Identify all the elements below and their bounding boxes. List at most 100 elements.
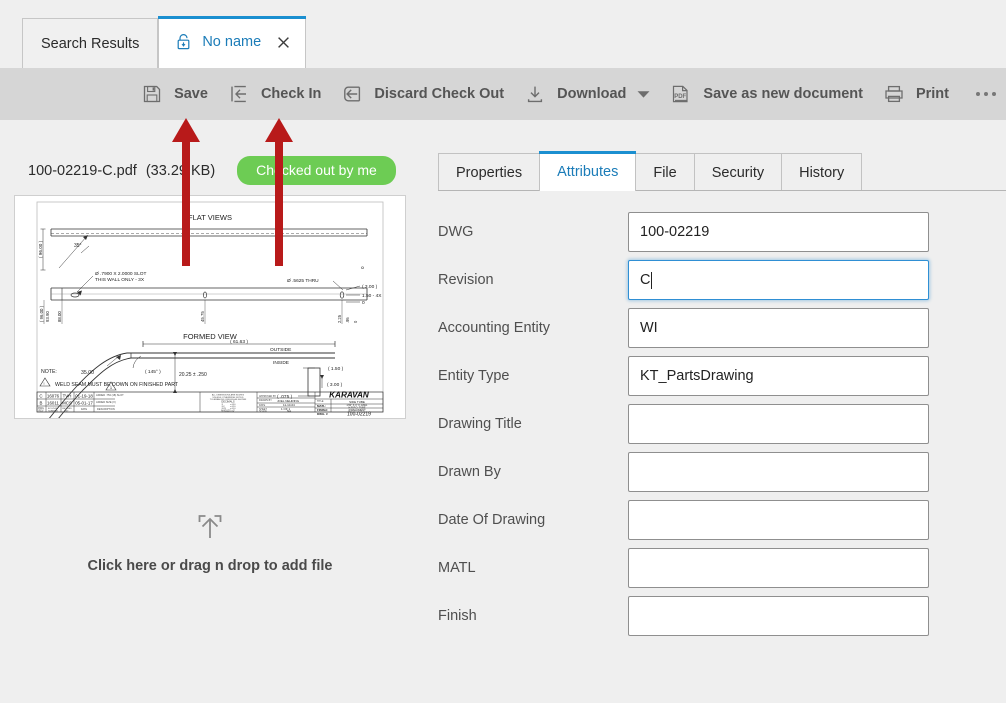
tab-file[interactable]: File xyxy=(635,153,695,191)
check-in-button[interactable]: Check In xyxy=(217,68,330,120)
tab-baseline-divider xyxy=(438,190,1006,191)
svg-text:20.25 ± .250: 20.25 ± .250 xyxy=(179,372,207,378)
more-options-button[interactable] xyxy=(966,68,1006,120)
save-as-new-document-label: Save as new document xyxy=(703,86,863,102)
svg-text:( 1.50 ): ( 1.50 ) xyxy=(328,366,344,372)
document-preview-pane: 100-02219-C.pdf (33.29 KB) Checked out b… xyxy=(0,120,420,703)
field-row-accounting-entity: Accounting Entity WI xyxy=(420,304,1006,352)
finish-field[interactable] xyxy=(628,596,929,636)
drawing-title-field[interactable] xyxy=(628,404,929,444)
svg-text:REV: REV xyxy=(39,409,44,412)
metadata-pane: Properties Attributes File Security Hist… xyxy=(420,120,1006,703)
status-badge: Checked out by me xyxy=(237,156,396,185)
save-label: Save xyxy=(174,86,208,102)
svg-text:Ø .7900 X 2.0000 SLOT: Ø .7900 X 2.0000 SLOT xyxy=(95,271,147,277)
field-value: WI xyxy=(640,320,658,336)
field-row-date-of-drawing: Date Of Drawing xyxy=(420,496,1006,544)
dot xyxy=(984,92,988,96)
metadata-tabs: Properties Attributes File Security Hist… xyxy=(438,151,1006,191)
text-cursor xyxy=(651,271,653,289)
svg-text:.95: .95 xyxy=(345,317,350,323)
field-value: 100-02219 xyxy=(640,224,710,240)
svg-text:DESCRIPTION: DESCRIPTION xyxy=(97,407,115,411)
svg-text:ADDED .753 (18) SLOT: ADDED .753 (18) SLOT xyxy=(96,393,124,397)
field-label: DWG xyxy=(438,224,474,240)
floppy-disk-icon xyxy=(139,81,165,107)
svg-text:35.00: 35.00 xyxy=(81,370,94,376)
svg-text:100-02219: 100-02219 xyxy=(347,412,371,418)
check-in-arrow-icon xyxy=(226,81,252,107)
svg-text:WELD SEAM MUST BE DOWN ON FINI: WELD SEAM MUST BE DOWN ON FINISHED PART xyxy=(55,382,179,388)
dot xyxy=(992,92,996,96)
svg-text:DRAWN BY: DRAWN BY xyxy=(259,399,272,402)
file-dropzone[interactable]: Click here or drag n drop to add file xyxy=(14,510,406,574)
tab-security[interactable]: Security xyxy=(693,153,783,191)
field-label: Accounting Entity xyxy=(438,320,551,336)
lock-checked-out-icon xyxy=(175,33,192,51)
field-label: Revision xyxy=(438,272,494,288)
tab-search-results[interactable]: Search Results xyxy=(22,18,159,68)
field-row-dwg: DWG 100-02219 xyxy=(420,208,1006,256)
drawn-by-field[interactable] xyxy=(628,452,929,492)
arrow-head xyxy=(172,118,200,142)
svg-text:Ø .5625 THRU: Ø .5625 THRU xyxy=(287,278,319,284)
download-icon xyxy=(522,81,548,107)
save-as-new-document-button[interactable]: PDF Save as new document xyxy=(659,68,872,120)
matl-field[interactable] xyxy=(628,548,929,588)
document-toolbar: Save Check In Discard Check Out Download… xyxy=(0,68,1006,120)
arrow-shaft xyxy=(275,140,283,266)
svg-text:( 3.00 ): ( 3.00 ) xyxy=(327,382,343,388)
close-icon[interactable] xyxy=(275,34,291,50)
browser-tab-strip: Search Results No name xyxy=(0,0,1006,68)
field-row-revision: Revision C xyxy=(420,256,1006,304)
svg-text:( 96.00 ): ( 96.00 ) xyxy=(38,240,43,258)
tab-history[interactable]: History xyxy=(781,153,863,191)
svg-text:KARAVAN: KARAVAN xyxy=(329,391,370,400)
svg-text:ANGLES ±1°: ANGLES ±1° xyxy=(221,409,235,412)
field-value: KT_PartsDrawing xyxy=(640,368,754,384)
date-of-drawing-field[interactable] xyxy=(628,500,929,540)
chevron-down-icon[interactable] xyxy=(637,90,650,99)
printer-icon xyxy=(881,81,907,107)
engineering-drawing-thumbnail[interactable]: FLAT VIEWS 35° ( 96.00 ) 0 Ø .7900 X 2.0… xyxy=(14,195,406,419)
svg-text:45.75: 45.75 xyxy=(200,311,205,322)
svg-text:( 145° ): ( 145° ) xyxy=(145,369,161,375)
download-button[interactable]: Download xyxy=(513,68,659,120)
tab-label: No name xyxy=(202,34,262,50)
save-button[interactable]: Save xyxy=(130,68,217,120)
field-row-drawing-title: Drawing Title xyxy=(420,400,1006,448)
svg-text:DECIMALS: DECIMALS xyxy=(221,400,235,404)
svg-text:DWG. #: DWG. # xyxy=(317,412,328,416)
svg-text:05-01-17: 05-01-17 xyxy=(75,401,93,406)
entity-type-field[interactable]: KT_PartsDrawing xyxy=(628,356,929,396)
field-value: C xyxy=(640,272,651,288)
svg-text:93.90: 93.90 xyxy=(45,311,50,322)
arrow-shaft xyxy=(182,140,190,266)
tab-attributes[interactable]: Attributes xyxy=(539,151,637,191)
svg-text:APPROVED BY: APPROVED BY xyxy=(259,395,277,398)
svg-text:TVH: TVH xyxy=(63,394,72,399)
field-row-entity-type: Entity Type KT_PartsDrawing xyxy=(420,352,1006,400)
discard-check-out-button[interactable]: Discard Check Out xyxy=(330,68,513,120)
tab-properties[interactable]: Properties xyxy=(438,153,541,191)
field-label: Date Of Drawing xyxy=(438,512,546,528)
svg-text:16011: 16011 xyxy=(47,401,59,406)
field-row-drawn-by: Drawn By xyxy=(420,448,1006,496)
field-label: Drawing Title xyxy=(438,416,522,432)
svg-text:16076: 16076 xyxy=(47,394,60,399)
svg-text:DATE: DATE xyxy=(259,404,266,407)
tab-label: Properties xyxy=(456,164,523,181)
tab-label: Search Results xyxy=(41,35,140,52)
svg-text:( 61.63 ): ( 61.63 ) xyxy=(230,339,248,345)
tab-label: Attributes xyxy=(557,163,619,180)
revision-field[interactable]: C xyxy=(628,260,929,300)
discard-check-out-label: Discard Check Out xyxy=(374,86,505,102)
accounting-entity-field[interactable]: WI xyxy=(628,308,929,348)
tab-no-name[interactable]: No name xyxy=(158,16,307,68)
tab-label: History xyxy=(799,164,845,181)
file-info-row: 100-02219-C.pdf (33.29 KB) Checked out b… xyxy=(28,156,396,185)
svg-text:( 96.00 ): ( 96.00 ) xyxy=(39,305,44,322)
print-button[interactable]: Print xyxy=(872,68,958,120)
field-label: MATL xyxy=(438,560,476,576)
dwg-field[interactable]: 100-02219 xyxy=(628,212,929,252)
